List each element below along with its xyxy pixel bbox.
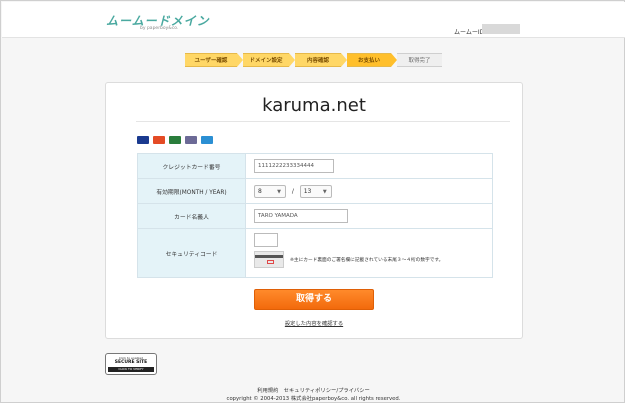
- form-row-holder: カード名義人 TARO YAMADA: [137, 203, 493, 229]
- security-code-cell: ※主にカード裏面のご署名欄に記載されている末尾３～４桁の数字です。: [245, 228, 493, 278]
- seal-verify-bar: CLICK TO VERIFY: [108, 367, 154, 372]
- expiry-year-select[interactable]: 13 ▼: [299, 184, 332, 198]
- diners-icon: [185, 136, 197, 144]
- credit-card-form: クレジットカード番号 1111222233334444 有効期限(MONTH /…: [137, 153, 493, 278]
- security-code-note: ※主にカード裏面のご署名欄に記載されている末尾３～４桁の数字です。: [290, 258, 444, 263]
- step-payment-current: お支払い: [347, 53, 391, 67]
- form-row-security-code: セキュリティコード ※主にカード裏面のご署名欄に記載されている末尾３～４桁の数字…: [137, 228, 493, 278]
- security-code-input[interactable]: [254, 233, 278, 247]
- step-content-confirm: 内容確認: [295, 53, 341, 67]
- expiry-slash: /: [291, 187, 294, 195]
- card-number-cell: 1111222233334444: [245, 153, 493, 179]
- header: ムームードメイン by paperboy&co. ムームーID: [2, 2, 625, 38]
- footer-links[interactable]: 利用規約 セキュリティポリシー/プライバシー: [1, 386, 625, 394]
- copyright: copyright © 2004-2013 株式会社paperboy&co. a…: [226, 396, 401, 402]
- step-domain-setting: ドメイン設定: [243, 53, 289, 67]
- chevron-down-icon: ▼: [277, 188, 281, 195]
- page-frame: ムームードメイン by paperboy&co. ムームーID ユーザー確認 ド…: [0, 0, 625, 403]
- expiry-month-value: 8: [258, 187, 262, 195]
- jcb-icon: [169, 136, 181, 144]
- user-id-label: ムームーID: [454, 29, 485, 36]
- mastercard-icon: [153, 136, 165, 144]
- payment-card-panel: karuma.net クレジットカード番号 1111222233334444 有…: [105, 82, 523, 339]
- visa-icon: [137, 136, 149, 144]
- card-number-label: クレジットカード番号: [137, 153, 246, 179]
- security-code-highlight: [267, 260, 274, 264]
- acquire-button[interactable]: 取得する: [254, 289, 374, 310]
- title-divider: [136, 121, 510, 122]
- step-user-confirm: ユーザー確認: [185, 53, 237, 67]
- amex-icon: [201, 136, 213, 144]
- chevron-down-icon: ▼: [322, 188, 327, 195]
- magnetic-stripe: [255, 255, 283, 258]
- step-complete: 取得完了: [397, 53, 442, 67]
- seal-title: SECURE SITE: [114, 360, 148, 365]
- holder-name-input[interactable]: TARO YAMADA: [254, 209, 348, 223]
- domain-name-title: karuma.net: [262, 95, 366, 116]
- holder-label: カード名義人: [137, 203, 246, 229]
- card-back-icon: [254, 251, 284, 268]
- muumuu-logo[interactable]: ムームードメイン by paperboy&co.: [106, 12, 210, 31]
- user-id-value-masked: [482, 24, 520, 34]
- secure-site-seal[interactable]: Click to enabled SECURE SITE CLICK TO VE…: [105, 353, 157, 375]
- form-row-expiry: 有効期限(MONTH / YEAR) 8 ▼ / 13 ▼: [137, 178, 493, 204]
- progress-steps: ユーザー確認 ドメイン設定 内容確認 お支払い 取得完了: [185, 53, 442, 67]
- card-number-input[interactable]: 1111222233334444: [254, 159, 334, 173]
- security-code-label: セキュリティコード: [137, 228, 246, 278]
- holder-cell: TARO YAMADA: [245, 203, 493, 229]
- expiry-year-value: 13: [303, 187, 312, 195]
- confirm-settings-link[interactable]: 設定した内容を確認する: [106, 319, 522, 327]
- expiry-label: 有効期限(MONTH / YEAR): [137, 178, 246, 204]
- form-row-card-number: クレジットカード番号 1111222233334444: [137, 153, 493, 179]
- logo-subtext: by paperboy&co.: [140, 26, 179, 31]
- expiry-cell: 8 ▼ / 13 ▼: [245, 178, 493, 204]
- expiry-month-select[interactable]: 8 ▼: [254, 184, 286, 198]
